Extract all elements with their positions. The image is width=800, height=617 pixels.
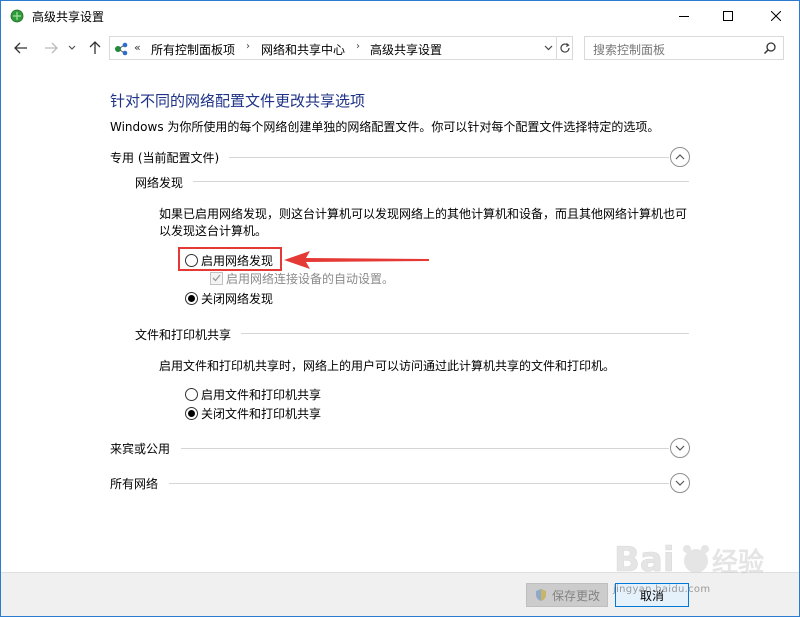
section-divider	[229, 157, 669, 158]
title-bar: 高级共享设置	[1, 1, 799, 31]
annotation-highlight-box	[178, 247, 282, 271]
forward-button[interactable]	[41, 38, 61, 58]
section-divider	[169, 483, 669, 484]
file-printer-sharing-description: 启用文件和打印机共享时，网络上的用户可以访问通过此计算机共享的文件和打印机。	[159, 359, 616, 373]
svg-text:Bai: Bai	[614, 540, 675, 580]
section-divider	[181, 448, 669, 449]
svg-text:经验: 经验	[712, 547, 764, 578]
refresh-button[interactable]	[556, 37, 573, 59]
chevron-down-icon	[68, 45, 76, 50]
radio-label[interactable]: 启用文件和打印机共享	[201, 386, 321, 403]
checkbox-auto-setup-devices[interactable]: 启用网络连接设备的自动设置。	[210, 270, 394, 286]
collapse-private-button[interactable]	[670, 147, 690, 167]
maximize-button[interactable]	[705, 1, 751, 31]
search-icon[interactable]	[763, 41, 777, 55]
up-arrow-icon	[89, 41, 101, 54]
network-location-icon	[115, 42, 128, 56]
checkbox-label[interactable]: 启用网络连接设备的自动设置。	[226, 270, 394, 287]
back-arrow-icon	[14, 42, 27, 54]
profile-header-guest-public[interactable]: 来宾或公用	[110, 440, 170, 457]
breadcrumb-separator-icon[interactable]: ›	[356, 41, 360, 52]
profile-header-all-networks[interactable]: 所有网络	[110, 475, 158, 492]
address-history-button[interactable]	[540, 37, 556, 59]
search-placeholder: 搜索控制面板	[593, 43, 666, 57]
forward-arrow-icon	[45, 42, 58, 54]
chevron-up-icon	[675, 154, 685, 160]
settings-content: 针对不同的网络配置文件更改共享选项 Windows 为你所使用的每个网络创建单独…	[1, 63, 799, 572]
breadcrumb-network-sharing-center[interactable]: 网络和共享中心	[261, 41, 345, 58]
close-button[interactable]	[753, 1, 799, 31]
back-button[interactable]	[11, 38, 31, 58]
chevron-down-icon	[544, 45, 552, 51]
address-overflow-chevron[interactable]: «	[134, 41, 141, 54]
page-title: 针对不同的网络配置文件更改共享选项	[110, 92, 366, 110]
address-bar[interactable]: « 所有控制面板项 › 网络和共享中心 › 高级共享设置	[109, 36, 573, 60]
up-button[interactable]	[85, 38, 105, 58]
radio-button[interactable]	[185, 406, 198, 420]
section-divider	[241, 333, 689, 334]
uac-shield-icon	[535, 589, 546, 601]
radio-label[interactable]: 关闭网络发现	[201, 290, 273, 307]
radio-disable-network-discovery[interactable]: 关闭网络发现	[185, 290, 273, 306]
chevron-down-icon	[675, 445, 685, 451]
network-app-icon	[10, 9, 24, 23]
watermark-url: jingyan.baidu.com	[613, 584, 711, 595]
window-title: 高级共享设置	[32, 10, 105, 24]
radio-button[interactable]	[185, 291, 198, 305]
network-discovery-description: 如果已启用网络发现，则这台计算机可以发现网络上的其他计算机和设备，而且其他网络计…	[159, 207, 688, 238]
minimize-button[interactable]	[661, 1, 707, 31]
radio-disable-file-printer-sharing[interactable]: 关闭文件和打印机共享	[185, 405, 321, 421]
profile-header-private[interactable]: 专用 (当前配置文件)	[110, 149, 219, 166]
section-divider	[193, 181, 689, 182]
breadcrumb-advanced-sharing-settings[interactable]: 高级共享设置	[370, 41, 442, 58]
expand-all-networks-button[interactable]	[670, 473, 690, 493]
expand-guest-public-button[interactable]	[670, 438, 690, 458]
close-icon	[771, 11, 781, 21]
navigation-bar: « 所有控制面板项 › 网络和共享中心 › 高级共享设置 搜索控制面板	[1, 33, 799, 63]
baidu-watermark-logo: Bai 经验	[614, 540, 764, 581]
checkmark-icon	[212, 274, 221, 282]
refresh-icon	[560, 43, 570, 53]
maximize-icon	[723, 11, 733, 21]
page-description: Windows 为你所使用的每个网络创建单独的网络配置文件。你可以针对每个配置文…	[110, 120, 660, 134]
chevron-down-icon	[675, 480, 685, 486]
radio-label[interactable]: 关闭文件和打印机共享	[201, 405, 321, 422]
radio-button[interactable]	[185, 387, 198, 401]
search-control-panel-input[interactable]: 搜索控制面板	[584, 36, 784, 60]
radio-enable-file-printer-sharing[interactable]: 启用文件和打印机共享	[185, 386, 321, 402]
minimize-icon	[679, 16, 689, 17]
breadcrumb-all-control-panel-items[interactable]: 所有控制面板项	[151, 41, 235, 58]
file-printer-sharing-header: 文件和打印机共享	[135, 328, 232, 342]
checkbox[interactable]	[210, 271, 223, 285]
annotation-arrow-icon	[284, 251, 429, 269]
network-discovery-header: 网络发现	[135, 176, 184, 190]
recent-locations-button[interactable]	[65, 38, 79, 58]
advanced-sharing-window: 高级共享设置 « 所有控制面板项 › 网络和共享中心 › 高级共享设置 搜索控制…	[0, 0, 800, 617]
breadcrumb-separator-icon[interactable]: ›	[246, 41, 250, 52]
